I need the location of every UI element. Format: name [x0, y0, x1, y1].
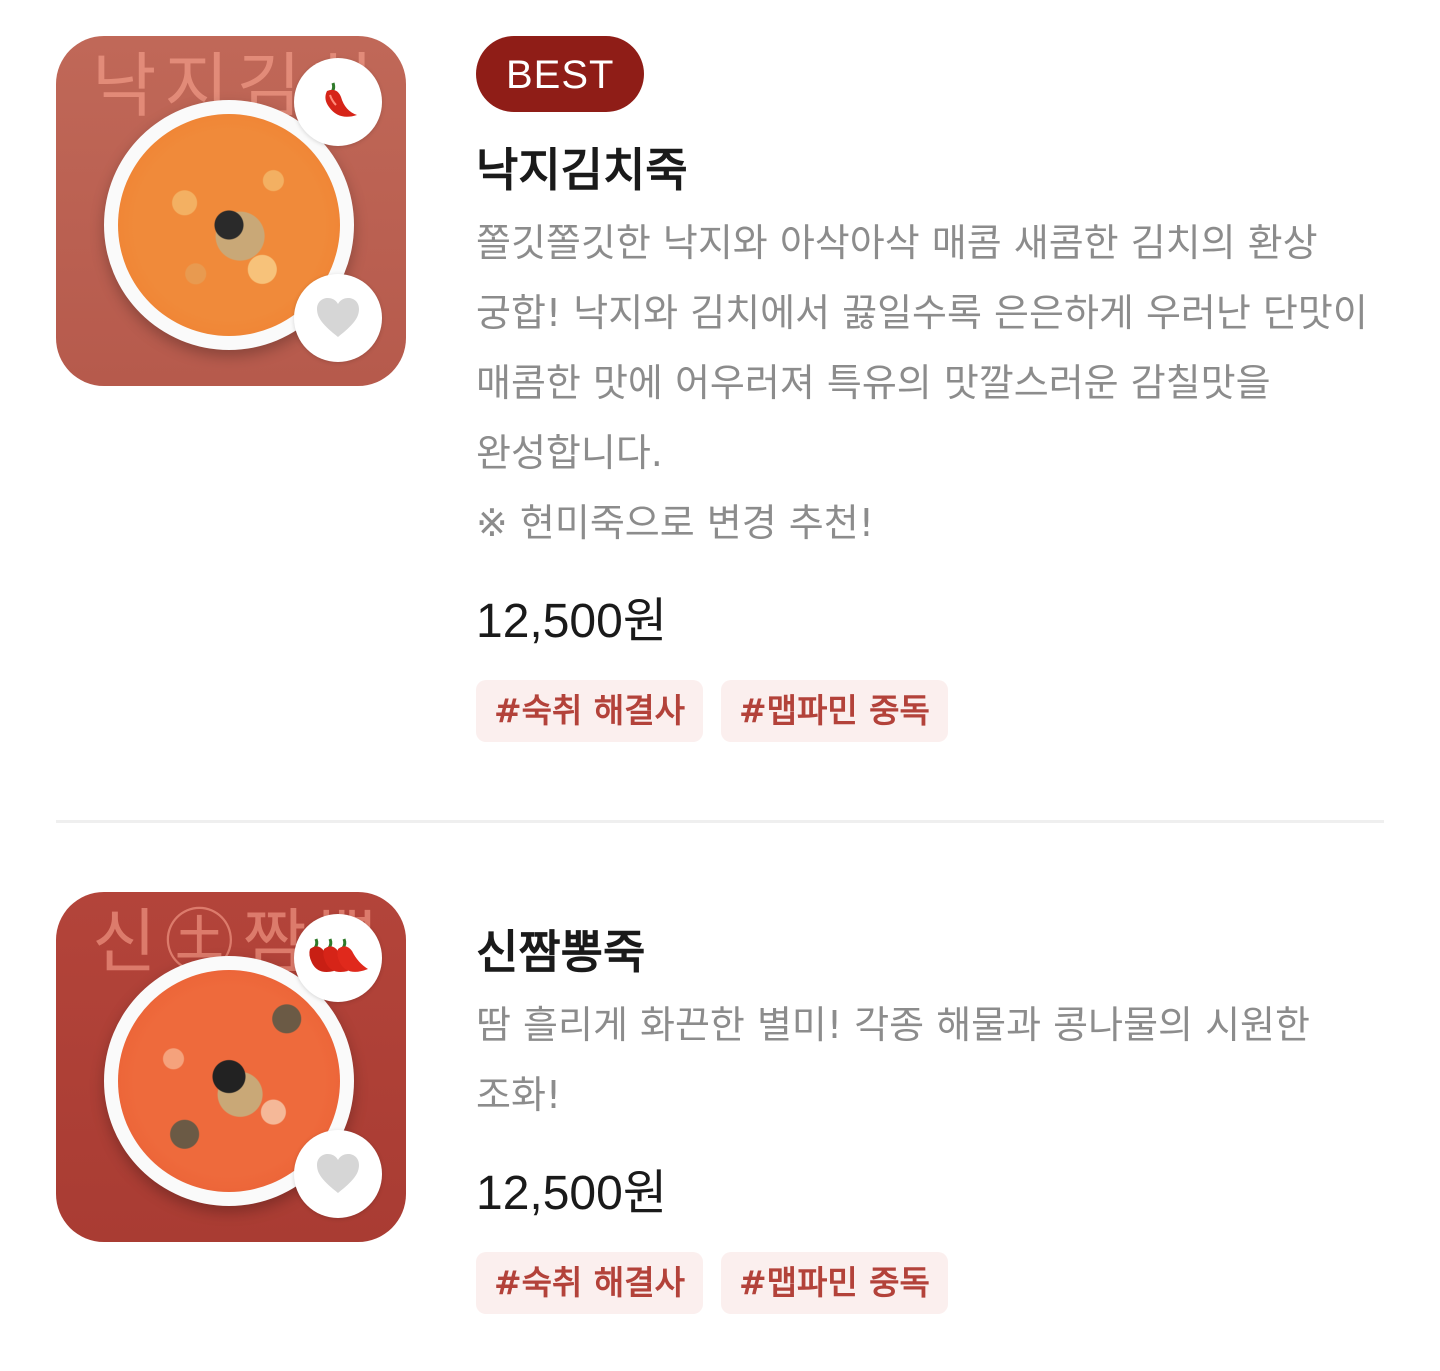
menu-item-price: 12,500원	[476, 595, 667, 648]
menu-item-info: BEST 낙지김치죽 쫄깃쫄깃한 낙지와 아삭아삭 매콤 새콤한 김치의 환상 …	[476, 36, 1386, 742]
tag-chip: #숙취 해결사	[476, 680, 703, 742]
menu-item-info: 신짬뽕죽 땀 흘리게 화끈한 별미! 각종 해물과 콩나물의 시원한 조화! 1…	[476, 892, 1386, 1314]
favorite-button[interactable]	[294, 1130, 382, 1218]
menu-item-note: ※ 현미죽으로 변경 추천!	[476, 501, 874, 545]
heart-icon	[317, 1154, 359, 1193]
menu-item-title: 신짬뽕죽	[476, 925, 646, 979]
best-badge: BEST	[476, 36, 645, 112]
tag-list: #숙취 해결사 #맵파민 중독	[476, 680, 1386, 742]
menu-item-image[interactable]: 낙지김치	[56, 36, 406, 386]
menu-item-description: 땀 흘리게 화끈한 별미! 각종 해물과 콩나물의 시원한 조화!	[476, 1003, 1310, 1117]
tag-chip: #맵파민 중독	[720, 680, 948, 742]
tag-chip: #숙취 해결사	[476, 1252, 703, 1314]
menu-item-description: 쫄깃쫄깃한 낙지와 아삭아삭 매콤 새콤한 김치의 환상 궁합! 낙지와 김치에…	[476, 221, 1368, 475]
spice-level-badge	[294, 914, 382, 1002]
triple-chili-pepper-icon	[309, 938, 368, 972]
favorite-button[interactable]	[294, 274, 382, 362]
tag-list: #숙취 해결사 #맵파민 중독	[476, 1252, 1386, 1314]
menu-item-title: 낙지김치죽	[476, 143, 688, 197]
chili-pepper-icon	[325, 82, 357, 117]
tag-chip: #맵파민 중독	[720, 1252, 948, 1314]
spice-level-badge	[294, 58, 382, 146]
divider	[56, 820, 1384, 823]
menu-item-price: 12,500원	[476, 1167, 667, 1220]
heart-icon	[317, 298, 359, 337]
menu-item-image[interactable]: 신㊏짬뽕	[56, 892, 406, 1242]
